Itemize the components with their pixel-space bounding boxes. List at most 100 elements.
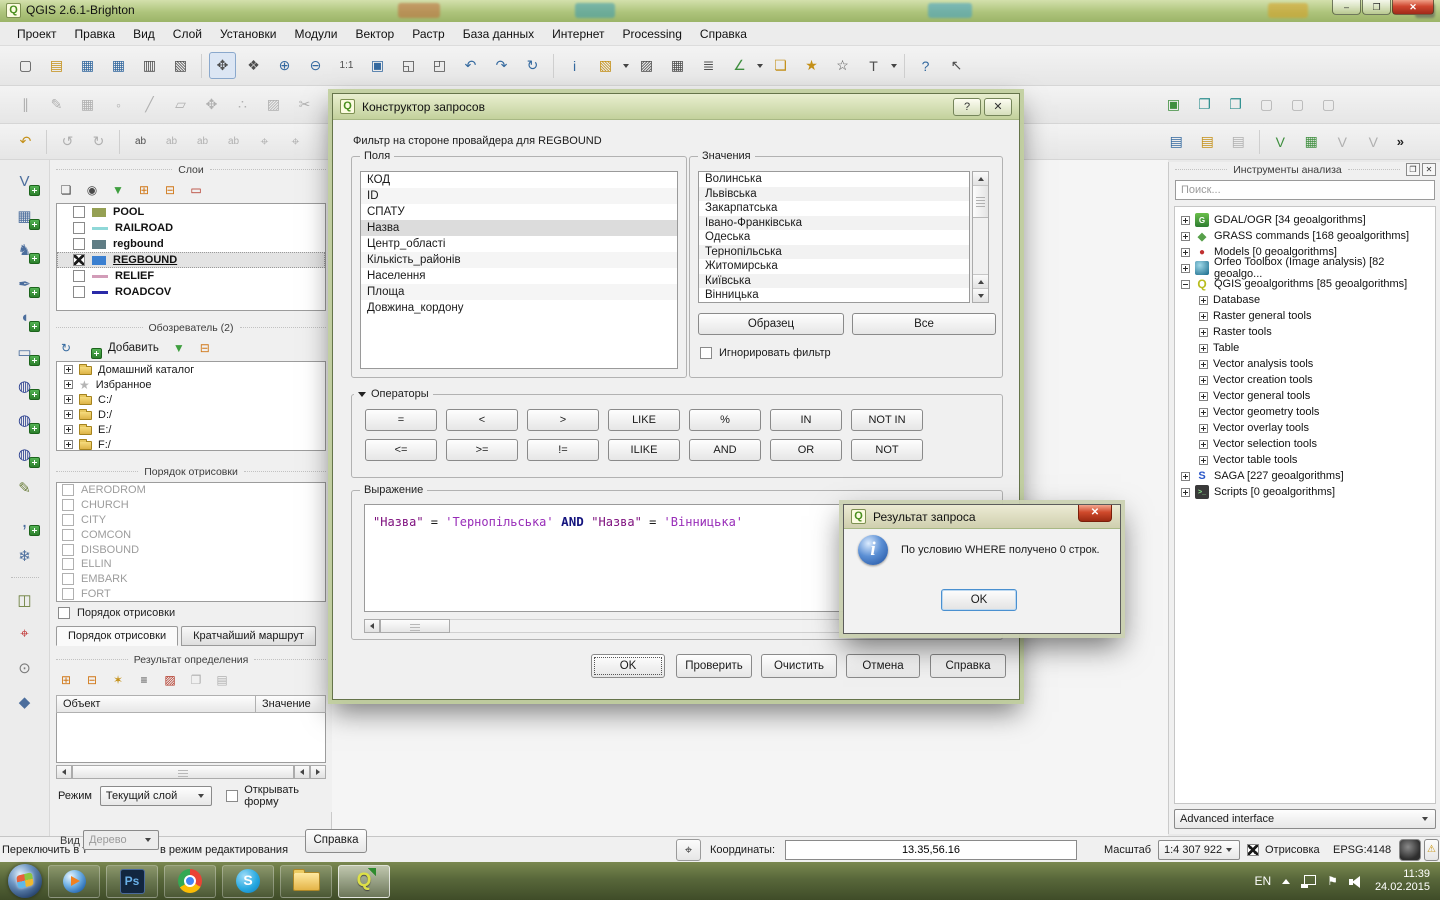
expand-icon[interactable]: [1181, 264, 1190, 273]
deselect-features-icon[interactable]: ▨: [633, 52, 660, 79]
field-row-selected[interactable]: Назва: [361, 220, 677, 236]
close-panel-icon[interactable]: ✕: [1422, 163, 1436, 176]
value-row[interactable]: Тернопільська: [699, 245, 969, 260]
layer-row-regbound[interactable]: REGBOUND: [57, 252, 325, 268]
field-row[interactable]: СПАТУ: [361, 204, 677, 220]
menu-vector[interactable]: Вектор: [346, 24, 403, 44]
measure-line-icon[interactable]: ∠: [726, 52, 753, 79]
add-selected-layers-icon[interactable]: [82, 338, 102, 358]
layer-row-relief[interactable]: RELIEF: [57, 268, 325, 284]
zoom-last-icon[interactable]: ↶: [457, 52, 484, 79]
dropdown-caret-icon[interactable]: [623, 64, 629, 68]
toolbox-item-table[interactable]: Table: [1177, 340, 1433, 356]
save-layer-edits-icon[interactable]: ▦: [74, 91, 101, 118]
browser-item-drive-d[interactable]: D:/: [57, 407, 325, 422]
op-not-in-button[interactable]: NOT IN: [851, 409, 923, 431]
scroll-up-icon[interactable]: [973, 274, 988, 288]
form-view-icon[interactable]: ≡: [134, 670, 154, 690]
menu-view[interactable]: Вид: [124, 24, 164, 44]
expand-icon[interactable]: [1199, 456, 1208, 465]
scroll-thumb[interactable]: [973, 186, 988, 218]
collapse-triangle-icon[interactable]: [358, 392, 366, 397]
scroll-up-icon[interactable]: [973, 172, 988, 186]
layer-row-regbound-lower[interactable]: regbound: [57, 236, 325, 252]
test-button[interactable]: Проверить: [676, 654, 752, 678]
order-checkbox[interactable]: [62, 573, 74, 585]
op-and-button[interactable]: AND: [689, 439, 761, 461]
order-checkbox[interactable]: [62, 558, 74, 570]
new-project-icon[interactable]: ▢: [12, 52, 39, 79]
zoom-full-icon[interactable]: ▣: [364, 52, 391, 79]
float-panel-icon[interactable]: ❐: [1406, 163, 1420, 176]
value-row[interactable]: Львівська: [699, 187, 969, 202]
op-ge-button[interactable]: >=: [446, 439, 518, 461]
composer-manager-icon[interactable]: ▧: [167, 52, 194, 79]
value-row[interactable]: Одеська: [699, 230, 969, 245]
toolbox-item-raster-tools[interactable]: Raster tools: [1177, 324, 1433, 340]
add-vector-layer-icon[interactable]: V: [10, 168, 40, 195]
order-row[interactable]: AERODROM: [57, 483, 325, 498]
toolbox-title[interactable]: Инструменты анализа: [1169, 162, 1440, 177]
add-feature-line-icon[interactable]: ╱: [136, 91, 163, 118]
values-scrollbar[interactable]: [972, 171, 989, 303]
identify-table-body[interactable]: [56, 713, 326, 763]
menu-web[interactable]: Интернет: [543, 24, 613, 44]
toolbox-item-database[interactable]: Database: [1177, 292, 1433, 308]
pin-labels-icon[interactable]: ⌖: [251, 128, 278, 155]
add-virtual-layer-icon[interactable]: ❄: [10, 542, 40, 569]
order-checkbox[interactable]: [62, 529, 74, 541]
taskbar-media-player[interactable]: [48, 865, 100, 898]
grass-new-mapset-icon[interactable]: ▤: [1194, 128, 1221, 155]
new-composer-icon[interactable]: ▥: [136, 52, 163, 79]
identify-results-title[interactable]: Результат определения: [50, 652, 332, 667]
order-checkbox[interactable]: [62, 514, 74, 526]
action-center-flag-icon[interactable]: ⚑: [1327, 874, 1338, 888]
order-row[interactable]: DISBOUND: [57, 542, 325, 557]
value-row[interactable]: Житомирська: [699, 259, 969, 274]
save-project-icon[interactable]: ▦: [74, 52, 101, 79]
render-checkbox[interactable]: [1247, 844, 1259, 856]
mode-combo[interactable]: Текущий слой: [100, 786, 212, 806]
grass-close-mapset-icon[interactable]: ▤: [1225, 128, 1252, 155]
layer-checkbox[interactable]: [73, 222, 85, 234]
browser-item-favourites[interactable]: ★Избранное: [57, 377, 325, 392]
layer-row-roadcov[interactable]: ROADCOV: [57, 284, 325, 300]
menu-help[interactable]: Справка: [691, 24, 756, 44]
view-combo[interactable]: Дерево: [83, 830, 159, 850]
toolbox-item-gdal[interactable]: GGDAL/OGR [34 geoalgorithms]: [1177, 212, 1433, 228]
op-lt-button[interactable]: <: [446, 409, 518, 431]
filter-legend-icon[interactable]: ▼: [108, 180, 128, 200]
layer-row-pool[interactable]: POOL: [57, 204, 325, 220]
add-oracle-layer-icon[interactable]: ▭: [10, 338, 40, 365]
op-gt-button[interactable]: >: [527, 409, 599, 431]
topology-checker-icon[interactable]: ◆: [10, 688, 40, 715]
expand-icon[interactable]: [1199, 424, 1208, 433]
open-attribute-table-icon[interactable]: ▦: [664, 52, 691, 79]
clear-results-icon[interactable]: ▨: [160, 670, 180, 690]
browser-item-drive-f[interactable]: F:/: [57, 437, 325, 451]
crs-globe-icon[interactable]: [1399, 839, 1421, 861]
identify-hscrollbar[interactable]: [56, 764, 326, 779]
field-row[interactable]: Довжина_кордону: [361, 300, 677, 316]
scroll-left-icon[interactable]: [364, 619, 380, 633]
all-button[interactable]: Все: [852, 313, 996, 335]
plugin-icon-3[interactable]: ❐: [1222, 91, 1249, 118]
new-bookmark-icon[interactable]: ★: [798, 52, 825, 79]
minimize-button[interactable]: –: [1332, 0, 1361, 15]
expand-icon[interactable]: [1199, 392, 1208, 401]
label-tool-icon[interactable]: ab: [189, 128, 216, 155]
browser-item-drive-c[interactable]: C:/: [57, 392, 325, 407]
language-indicator[interactable]: EN: [1255, 874, 1272, 888]
manage-visibility-icon[interactable]: ◉: [82, 180, 102, 200]
toolbox-item-orfeo[interactable]: Orfeo Toolbox (Image analysis) [82 geoal…: [1177, 260, 1433, 276]
move-feature-icon[interactable]: ✥: [198, 91, 225, 118]
scroll-left-icon[interactable]: [294, 765, 310, 779]
expand-icon[interactable]: [1199, 344, 1208, 353]
field-row[interactable]: Центр_області: [361, 236, 677, 252]
expand-icon[interactable]: [1199, 408, 1208, 417]
scale-combo[interactable]: 1:4 307 922: [1158, 840, 1240, 860]
toolbox-item-raster-general[interactable]: Raster general tools: [1177, 308, 1433, 324]
plugin-icon-6[interactable]: ▢: [1315, 91, 1342, 118]
taskbar-chrome[interactable]: [164, 865, 216, 898]
expand-icon[interactable]: [1199, 376, 1208, 385]
